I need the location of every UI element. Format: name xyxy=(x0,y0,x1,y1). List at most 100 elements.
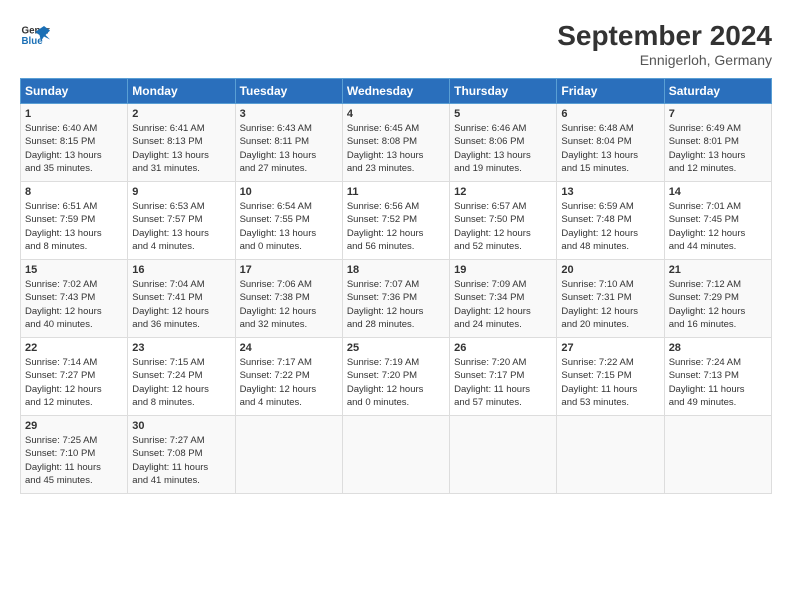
day-info-line: and 52 minutes. xyxy=(454,240,552,253)
day-info-line: Sunrise: 7:10 AM xyxy=(561,278,659,291)
day-info-line: Sunrise: 6:57 AM xyxy=(454,200,552,213)
day-number: 16 xyxy=(132,264,230,276)
day-info-line: and 0 minutes. xyxy=(347,396,445,409)
calendar-cell: 8Sunrise: 6:51 AMSunset: 7:59 PMDaylight… xyxy=(21,182,128,260)
day-info-line: Daylight: 12 hours xyxy=(347,305,445,318)
day-info-line: Daylight: 11 hours xyxy=(454,383,552,396)
calendar-title: September 2024 xyxy=(557,20,772,52)
day-info-line: Sunrise: 7:06 AM xyxy=(240,278,338,291)
calendar-cell: 6Sunrise: 6:48 AMSunset: 8:04 PMDaylight… xyxy=(557,104,664,182)
calendar-cell xyxy=(342,416,449,494)
day-info: Sunrise: 7:24 AMSunset: 7:13 PMDaylight:… xyxy=(669,356,767,409)
day-info-line: and 16 minutes. xyxy=(669,318,767,331)
day-number: 30 xyxy=(132,420,230,432)
day-info-line: Daylight: 13 hours xyxy=(240,149,338,162)
day-info: Sunrise: 6:53 AMSunset: 7:57 PMDaylight:… xyxy=(132,200,230,253)
day-info-line: Daylight: 11 hours xyxy=(25,461,123,474)
calendar-cell: 2Sunrise: 6:41 AMSunset: 8:13 PMDaylight… xyxy=(128,104,235,182)
day-info-line: Sunset: 7:29 PM xyxy=(669,291,767,304)
day-info-line: Sunrise: 6:45 AM xyxy=(347,122,445,135)
day-info-line: Sunset: 7:22 PM xyxy=(240,369,338,382)
day-info: Sunrise: 7:12 AMSunset: 7:29 PMDaylight:… xyxy=(669,278,767,331)
day-info: Sunrise: 7:15 AMSunset: 7:24 PMDaylight:… xyxy=(132,356,230,409)
day-header-thursday: Thursday xyxy=(450,79,557,104)
day-info-line: Daylight: 12 hours xyxy=(240,383,338,396)
day-info-line: Sunrise: 6:51 AM xyxy=(25,200,123,213)
day-number: 26 xyxy=(454,342,552,354)
calendar-cell: 23 Sunrise: 7:15 AMSunset: 7:24 PMDayligh… xyxy=(128,338,235,416)
day-info-line: Sunrise: 6:49 AM xyxy=(669,122,767,135)
day-info-line: Sunrise: 6:56 AM xyxy=(347,200,445,213)
day-info-line: and 57 minutes. xyxy=(454,396,552,409)
day-info: Sunrise: 7:20 AMSunset: 7:17 PMDaylight:… xyxy=(454,356,552,409)
day-info-line: Sunrise: 6:59 AM xyxy=(561,200,659,213)
day-info-line: and 28 minutes. xyxy=(347,318,445,331)
calendar-cell: 1Sunrise: 6:40 AMSunset: 8:15 PMDaylight… xyxy=(21,104,128,182)
svg-text:Blue: Blue xyxy=(22,36,44,47)
calendar-cell: 21Sunrise: 7:12 AMSunset: 7:29 PMDayligh… xyxy=(664,260,771,338)
calendar-table: SundayMondayTuesdayWednesdayThursdayFrid… xyxy=(20,78,772,494)
calendar-cell xyxy=(557,416,664,494)
day-info-line: Sunset: 8:13 PM xyxy=(132,135,230,148)
day-info-line: and 20 minutes. xyxy=(561,318,659,331)
day-info-line: Daylight: 12 hours xyxy=(454,227,552,240)
day-info: Sunrise: 6:45 AMSunset: 8:08 PMDaylight:… xyxy=(347,122,445,175)
day-info-line: Daylight: 12 hours xyxy=(561,227,659,240)
day-info-line: Sunrise: 7:20 AM xyxy=(454,356,552,369)
page: General Blue September 2024 Ennigerloh, … xyxy=(0,0,792,612)
day-info-line: Sunrise: 7:24 AM xyxy=(669,356,767,369)
calendar-cell: 25Sunrise: 7:19 AMSunset: 7:20 PMDayligh… xyxy=(342,338,449,416)
day-info-line: Sunset: 7:55 PM xyxy=(240,213,338,226)
day-info-line: Daylight: 11 hours xyxy=(669,383,767,396)
calendar-cell xyxy=(235,416,342,494)
day-info-line: and 8 minutes. xyxy=(132,396,230,409)
day-info-line: Daylight: 13 hours xyxy=(240,227,338,240)
day-info-line: Sunset: 7:36 PM xyxy=(347,291,445,304)
day-number: 4 xyxy=(347,108,445,120)
day-info-line: Sunrise: 6:41 AM xyxy=(132,122,230,135)
day-info-line: Daylight: 12 hours xyxy=(669,227,767,240)
day-info: Sunrise: 7:09 AMSunset: 7:34 PMDaylight:… xyxy=(454,278,552,331)
day-info-line: Sunset: 8:01 PM xyxy=(669,135,767,148)
calendar-cell: 22Sunrise: 7:14 AMSunset: 7:27 PMDayligh… xyxy=(21,338,128,416)
day-info: Sunrise: 6:48 AMSunset: 8:04 PMDaylight:… xyxy=(561,122,659,175)
day-info-line: Daylight: 12 hours xyxy=(25,383,123,396)
day-info-line: Sunset: 8:08 PM xyxy=(347,135,445,148)
calendar-cell: 30 Sunrise: 7:27 AMSunset: 7:08 PMDayligh… xyxy=(128,416,235,494)
day-info-line: and 8 minutes. xyxy=(25,240,123,253)
calendar-cell: 10Sunrise: 6:54 AMSunset: 7:55 PMDayligh… xyxy=(235,182,342,260)
day-number: 9 xyxy=(132,186,230,198)
day-info: Sunrise: 7:27 AMSunset: 7:08 PMDaylight:… xyxy=(132,434,230,487)
day-info-line: Sunrise: 7:22 AM xyxy=(561,356,659,369)
day-info-line: and 36 minutes. xyxy=(132,318,230,331)
day-info-line: Sunset: 8:11 PM xyxy=(240,135,338,148)
day-info: Sunrise: 6:59 AMSunset: 7:48 PMDaylight:… xyxy=(561,200,659,253)
day-number: 10 xyxy=(240,186,338,198)
day-info-line: Sunrise: 6:48 AM xyxy=(561,122,659,135)
calendar-cell: 14Sunrise: 7:01 AMSunset: 7:45 PMDayligh… xyxy=(664,182,771,260)
day-info-line: Sunset: 7:20 PM xyxy=(347,369,445,382)
day-info: Sunrise: 7:06 AMSunset: 7:38 PMDaylight:… xyxy=(240,278,338,331)
day-number: 27 xyxy=(561,342,659,354)
day-info-line: Sunset: 7:13 PM xyxy=(669,369,767,382)
day-info-line: and 41 minutes. xyxy=(132,474,230,487)
day-info-line: and 40 minutes. xyxy=(25,318,123,331)
day-info-line: Sunrise: 7:12 AM xyxy=(669,278,767,291)
day-info-line: Daylight: 12 hours xyxy=(347,227,445,240)
day-header-friday: Friday xyxy=(557,79,664,104)
day-info-line: Sunset: 7:10 PM xyxy=(25,447,123,460)
day-info-line: and 12 minutes. xyxy=(25,396,123,409)
day-number: 12 xyxy=(454,186,552,198)
day-info-line: and 4 minutes. xyxy=(132,240,230,253)
calendar-cell: 17Sunrise: 7:06 AMSunset: 7:38 PMDayligh… xyxy=(235,260,342,338)
day-number: 23 xyxy=(132,342,230,354)
calendar-cell: 26 Sunrise: 7:20 AMSunset: 7:17 PMDayligh… xyxy=(450,338,557,416)
day-info: Sunrise: 7:19 AMSunset: 7:20 PMDaylight:… xyxy=(347,356,445,409)
calendar-cell: 9 Sunrise: 6:53 AMSunset: 7:57 PMDaylight… xyxy=(128,182,235,260)
day-info-line: Sunset: 7:41 PM xyxy=(132,291,230,304)
day-info-line: and 44 minutes. xyxy=(669,240,767,253)
calendar-subtitle: Ennigerloh, Germany xyxy=(557,52,772,68)
day-info-line: Daylight: 12 hours xyxy=(561,305,659,318)
day-info: Sunrise: 7:10 AMSunset: 7:31 PMDaylight:… xyxy=(561,278,659,331)
calendar-week-2: 8Sunrise: 6:51 AMSunset: 7:59 PMDaylight… xyxy=(21,182,772,260)
